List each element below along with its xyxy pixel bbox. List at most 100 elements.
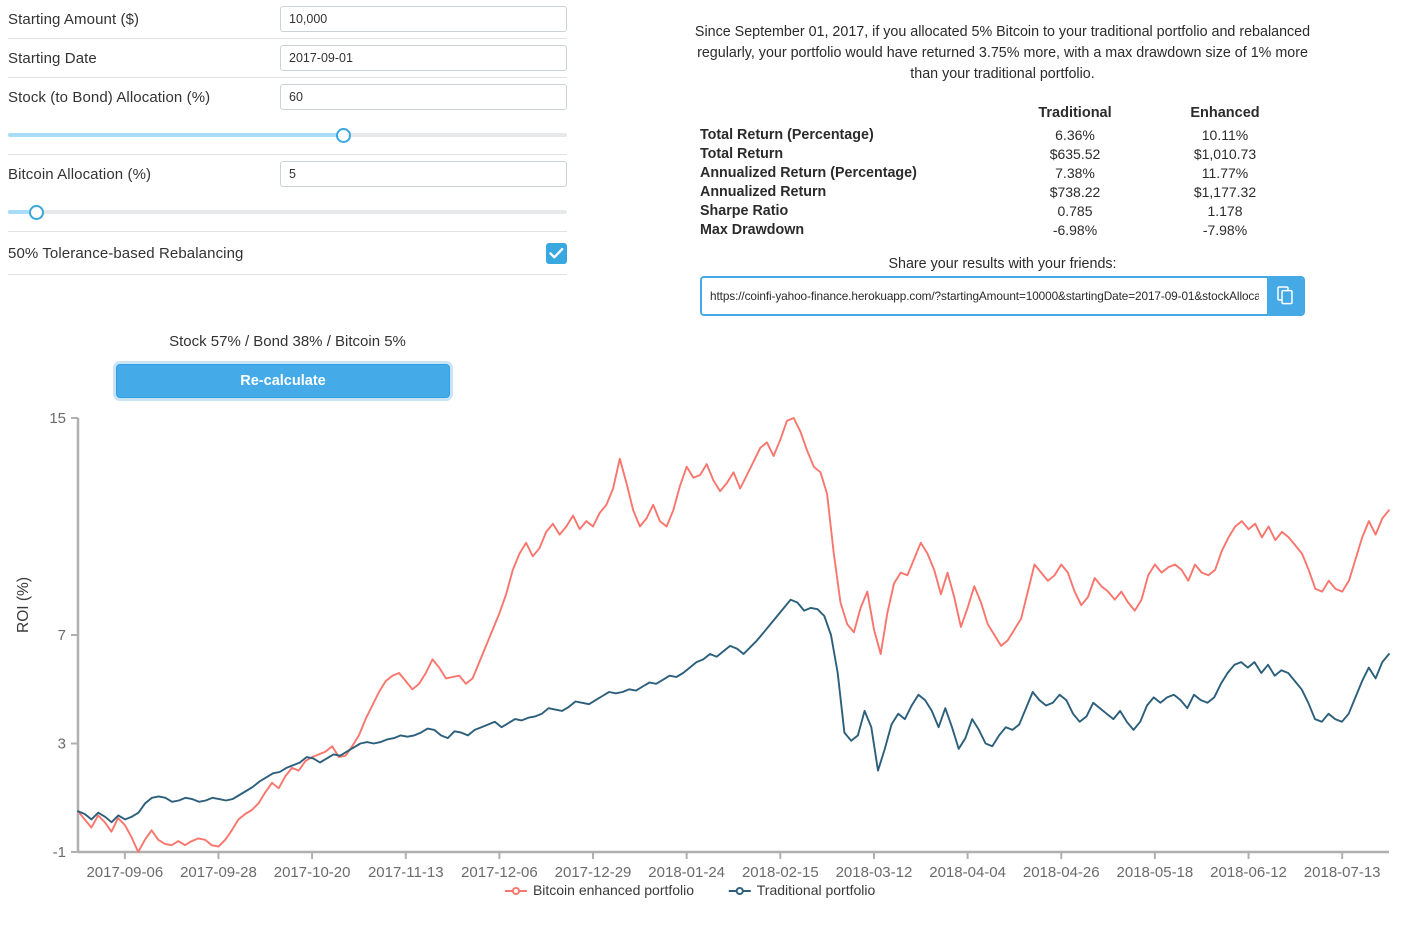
series-line — [78, 600, 1389, 823]
metric-cell: Sharpe Ratio — [700, 202, 1000, 221]
legend-marker-dot — [737, 888, 743, 894]
legend-label: Bitcoin enhanced portfolio — [533, 882, 694, 898]
starting-amount-row: Starting Amount ($) — [0, 0, 575, 38]
copy-url-button[interactable] — [1267, 278, 1303, 314]
table-row: Total Return$635.52$1,010.73 — [700, 145, 1300, 164]
metric-cell: Max Drawdown — [700, 221, 1000, 240]
traditional-value-cell: 0.785 — [1000, 202, 1150, 221]
table-row: Annualized Return (Percentage)7.38%11.77… — [700, 164, 1300, 183]
series-line — [78, 418, 1389, 852]
table-row: Total Return (Percentage)6.36%10.11% — [700, 126, 1300, 145]
starting-date-label: Starting Date — [8, 50, 280, 67]
starting-amount-label: Starting Amount ($) — [8, 11, 280, 28]
x-tick-label: 2018-02-15 — [742, 864, 819, 881]
x-tick-label: 2018-03-12 — [836, 864, 913, 881]
results-table-body: Total Return (Percentage)6.36%10.11%Tota… — [700, 126, 1300, 240]
copy-icon — [1277, 286, 1294, 305]
enhanced-value-cell: 10.11% — [1150, 126, 1300, 145]
stock-allocation-slider[interactable] — [8, 126, 567, 144]
y-axis-title: ROI (%) — [15, 577, 32, 633]
results-table: Traditional Enhanced Total Return (Perce… — [700, 103, 1300, 240]
bitcoin-allocation-slider[interactable] — [8, 203, 567, 221]
legend-label: Traditional portfolio — [757, 882, 876, 898]
x-tick-label: 2018-01-24 — [648, 864, 725, 881]
x-tick-label: 2018-05-18 — [1117, 864, 1194, 881]
slider-thumb[interactable] — [336, 128, 351, 143]
stock-allocation-slider-row — [0, 116, 575, 154]
legend-marker-dot — [513, 888, 519, 894]
y-axis-ticks: -1 3 7 15 — [49, 410, 78, 861]
results-table-head: Traditional Enhanced — [700, 103, 1300, 126]
x-tick-label: 2018-06-12 — [1210, 864, 1287, 881]
rebalancing-row: 50% Tolerance-based Rebalancing — [0, 232, 575, 274]
traditional-col-header: Traditional — [1000, 103, 1150, 126]
starting-date-row: Starting Date — [0, 39, 575, 77]
slider-fill — [8, 133, 343, 137]
table-row: Max Drawdown-6.98%-7.98% — [700, 221, 1300, 240]
traditional-value-cell: 7.38% — [1000, 164, 1150, 183]
legend-item[interactable]: Traditional portfolio — [729, 882, 876, 898]
metric-cell: Total Return (Percentage) — [700, 126, 1000, 145]
x-tick-label: 2018-04-04 — [929, 864, 1006, 881]
check-icon — [549, 247, 564, 260]
traditional-value-cell: $635.52 — [1000, 145, 1150, 164]
roi-chart: -13715 2017-09-062017-09-282017-10-20201… — [0, 400, 1421, 929]
enhanced-value-cell: 11.77% — [1150, 164, 1300, 183]
metric-col-header — [700, 103, 1000, 126]
traditional-value-cell: $738.22 — [1000, 183, 1150, 202]
enhanced-value-cell: 1.178 — [1150, 202, 1300, 221]
x-tick-label: 2017-09-28 — [180, 864, 257, 881]
parameters-form: Starting Amount ($) Starting Date Stock … — [0, 0, 575, 275]
bitcoin-allocation-row: Bitcoin Allocation (%) — [0, 155, 575, 193]
rebalancing-label: 50% Tolerance-based Rebalancing — [8, 245, 546, 262]
legend-item[interactable]: Bitcoin enhanced portfolio — [505, 882, 694, 898]
app-root: Starting Amount ($) Starting Date Stock … — [0, 0, 1421, 929]
stock-allocation-row: Stock (to Bond) Allocation (%) — [0, 78, 575, 116]
bitcoin-allocation-input[interactable] — [280, 161, 567, 187]
enhanced-col-header: Enhanced — [1150, 103, 1300, 126]
share-url-input[interactable] — [702, 278, 1267, 314]
x-tick-label: 2017-11-13 — [368, 864, 444, 881]
enhanced-value-cell: $1,010.73 — [1150, 145, 1300, 164]
chart-series — [78, 418, 1389, 852]
x-tick-label: 2017-09-06 — [86, 864, 163, 881]
recalculate-button[interactable]: Re-calculate — [116, 364, 450, 398]
x-tick-label: 2017-10-20 — [274, 864, 351, 881]
stock-allocation-input[interactable] — [280, 84, 567, 110]
x-tick-label: 2018-07-13 — [1304, 864, 1381, 881]
traditional-value-cell: -6.98% — [1000, 221, 1150, 240]
bitcoin-allocation-slider-row — [0, 193, 575, 231]
traditional-value-cell: 6.36% — [1000, 126, 1150, 145]
divider — [8, 274, 567, 275]
x-axis-ticks: 2017-09-06 2017-09-28 2017-10-20 2017-11-13… — [86, 852, 1380, 881]
metric-cell: Annualized Return — [700, 183, 1000, 202]
y-tick-label: 15 — [49, 410, 66, 427]
share-url-box — [700, 276, 1305, 316]
starting-date-input[interactable] — [280, 45, 567, 71]
recalculate-wrap: Re-calculate — [116, 364, 450, 398]
metric-cell: Total Return — [700, 145, 1000, 164]
starting-amount-input[interactable] — [280, 6, 567, 32]
allocation-summary: Stock 57% / Bond 38% / Bitcoin 5% — [0, 333, 575, 350]
chart-legend: Bitcoin enhanced portfolio Traditional po… — [505, 882, 876, 898]
x-tick-label: 2017-12-29 — [555, 864, 632, 881]
metric-cell: Annualized Return (Percentage) — [700, 164, 1000, 183]
y-tick-label: 3 — [58, 736, 66, 753]
enhanced-value-cell: -7.98% — [1150, 221, 1300, 240]
results-summary-text: Since September 01, 2017, if you allocat… — [690, 22, 1315, 85]
slider-thumb[interactable] — [29, 205, 44, 220]
bitcoin-allocation-label: Bitcoin Allocation (%) — [8, 166, 280, 183]
table-header-row: Traditional Enhanced — [700, 103, 1300, 126]
x-tick-label: 2017-12-06 — [461, 864, 538, 881]
enhanced-value-cell: $1,177.32 — [1150, 183, 1300, 202]
table-row: Annualized Return$738.22$1,177.32 — [700, 183, 1300, 202]
share-label: Share your results with your friends: — [690, 256, 1315, 272]
slider-track — [8, 210, 567, 214]
y-tick-label: -1 — [53, 844, 66, 861]
y-tick-label: 7 — [58, 627, 66, 644]
rebalancing-checkbox[interactable] — [546, 243, 567, 264]
table-row: Sharpe Ratio0.7851.178 — [700, 202, 1300, 221]
results-panel: Since September 01, 2017, if you allocat… — [690, 0, 1315, 316]
chart-svg: -13715 2017-09-062017-09-282017-10-20201… — [0, 400, 1421, 929]
x-tick-label: 2018-04-26 — [1023, 864, 1100, 881]
